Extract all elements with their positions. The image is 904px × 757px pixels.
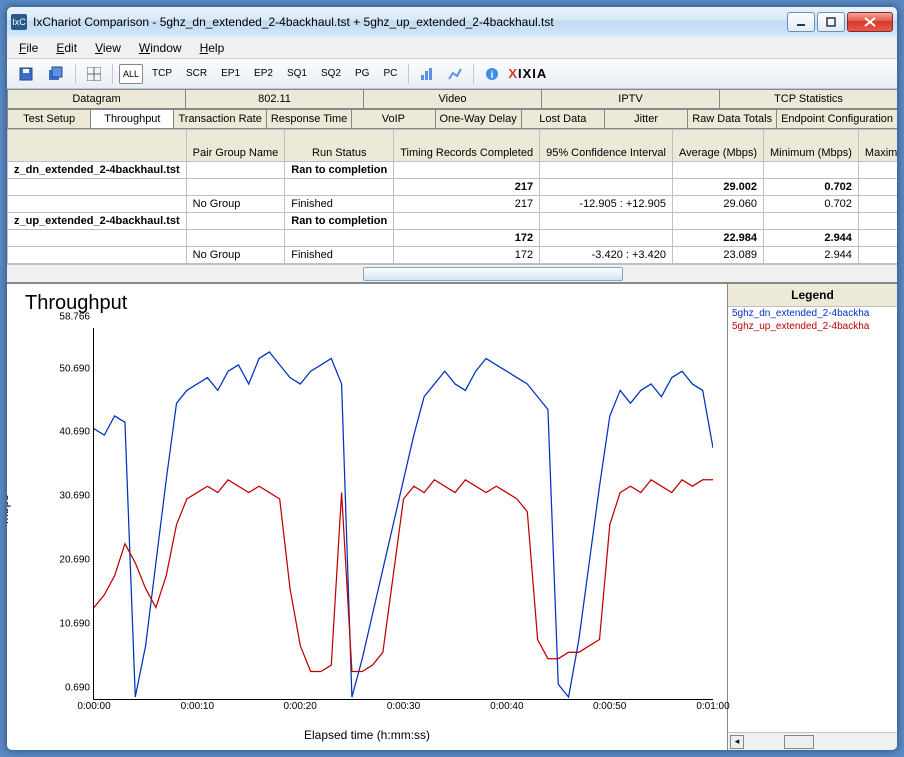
menu-file[interactable]: File [11, 39, 46, 57]
grid-icon[interactable] [82, 64, 106, 84]
tab-rawdata[interactable]: Raw Data Totals [687, 109, 777, 128]
table-row[interactable]: 172 22.984 2.944 39.216 [8, 230, 899, 247]
tab-endpointcfg[interactable]: Endpoint Configuration [776, 109, 898, 128]
svg-text:i: i [491, 70, 494, 81]
table-row[interactable]: No Group Finished 172 -3.420 : +3.420 23… [8, 247, 899, 264]
col-trc[interactable]: Timing Records Completed [394, 130, 540, 162]
menu-view[interactable]: View [87, 39, 129, 57]
table-row[interactable]: No Group Finished 217 -12.905 : +12.905 … [8, 196, 899, 213]
legend-item[interactable]: 5ghz_dn_extended_2-4backha [728, 307, 897, 320]
col-ci[interactable]: 95% Confidence Interval [540, 130, 673, 162]
tab-80211[interactable]: 802.11 [185, 89, 364, 108]
maximize-button[interactable] [817, 12, 845, 32]
legend-hscroll[interactable]: ◂ [728, 732, 897, 750]
filter-pc[interactable]: PC [378, 64, 402, 84]
tab-lostdata[interactable]: Lost Data [521, 109, 605, 128]
chart-icon[interactable] [415, 64, 439, 84]
table-header-row: Pair Group Name Run Status Timing Record… [8, 130, 899, 162]
app-icon: IxC [11, 14, 27, 30]
tab-row-metric: Test Setup Throughput Transaction Rate R… [7, 109, 897, 129]
chart-svg [94, 328, 713, 699]
window-title: IxChariot Comparison - 5ghz_dn_extended_… [33, 15, 787, 29]
col-blank[interactable] [8, 130, 187, 162]
tab-resptime[interactable]: Response Time [266, 109, 352, 128]
table-hscroll[interactable] [7, 264, 897, 282]
chart-pane: Throughput Mbps Elapsed time (h:mm:ss) 0… [7, 284, 727, 750]
chart-xlabel: Elapsed time (h:mm:ss) [304, 728, 430, 742]
col-max[interactable]: Maximum (Mbps) [858, 130, 898, 162]
menu-help[interactable]: Help [192, 39, 233, 57]
tab-tcpstats[interactable]: TCP Statistics [719, 89, 898, 108]
scroll-left-icon[interactable]: ◂ [730, 735, 744, 749]
filter-pg[interactable]: PG [350, 64, 374, 84]
tab-transrate[interactable]: Transaction Rate [173, 109, 266, 128]
menubar: File Edit View Window Help [7, 37, 897, 59]
col-runstatus[interactable]: Run Status [285, 130, 394, 162]
filter-ep1[interactable]: EP1 [216, 64, 245, 84]
tab-row-category: Datagram 802.11 Video IPTV TCP Statistic… [7, 89, 897, 109]
titlebar[interactable]: IxC IxChariot Comparison - 5ghz_dn_exten… [7, 7, 897, 37]
scroll-thumb[interactable] [784, 735, 814, 749]
table-row[interactable]: z_up_extended_2-4backhaul.tst Ran to com… [8, 213, 899, 230]
tab-testsetup[interactable]: Test Setup [7, 109, 91, 128]
legend-item[interactable]: 5ghz_up_extended_2-4backha [728, 320, 897, 333]
menu-edit[interactable]: Edit [48, 39, 85, 57]
table-row[interactable]: 217 29.002 0.702 55.556 [8, 179, 899, 196]
filter-sq2[interactable]: SQ2 [316, 64, 346, 84]
chart-ylabel: Mbps [7, 495, 11, 524]
table-row[interactable]: z_dn_extended_2-4backhaul.tst Ran to com… [8, 162, 899, 179]
app-window: IxC IxChariot Comparison - 5ghz_dn_exten… [6, 6, 898, 751]
info-icon[interactable]: i [480, 64, 504, 84]
chart-plot[interactable]: 0.690 10.690 20.690 30.690 40.690 50.690… [93, 328, 713, 700]
chart2-icon[interactable] [443, 64, 467, 84]
legend-pane: Legend 5ghz_dn_extended_2-4backha 5ghz_u… [727, 284, 897, 750]
col-min[interactable]: Minimum (Mbps) [764, 130, 859, 162]
filter-ep2[interactable]: EP2 [249, 64, 278, 84]
filter-all[interactable]: ALL [119, 64, 143, 84]
brand-logo: XIXIA [508, 66, 547, 81]
tab-video[interactable]: Video [363, 89, 542, 108]
tab-throughput[interactable]: Throughput [90, 109, 174, 128]
menu-window[interactable]: Window [131, 39, 190, 57]
results-table: Pair Group Name Run Status Timing Record… [7, 129, 897, 283]
tab-onewaydelay[interactable]: One-Way Delay [435, 109, 522, 128]
tab-voip[interactable]: VoIP [351, 109, 435, 128]
filter-sq1[interactable]: SQ1 [282, 64, 312, 84]
tab-datagram[interactable]: Datagram [7, 89, 186, 108]
save-icon[interactable] [13, 64, 39, 84]
filter-scr[interactable]: SCR [181, 64, 212, 84]
col-pairgroup[interactable]: Pair Group Name [186, 130, 285, 162]
minimize-button[interactable] [787, 12, 815, 32]
tab-iptv[interactable]: IPTV [541, 89, 720, 108]
close-button[interactable] [847, 12, 893, 32]
col-avg[interactable]: Average (Mbps) [672, 130, 763, 162]
save-all-icon[interactable] [43, 64, 69, 84]
toolbar: ALL TCP SCR EP1 EP2 SQ1 SQ2 PG PC i XIXI… [7, 59, 897, 89]
legend-header: Legend [728, 284, 897, 307]
tab-jitter[interactable]: Jitter [604, 109, 688, 128]
filter-tcp[interactable]: TCP [147, 64, 177, 84]
